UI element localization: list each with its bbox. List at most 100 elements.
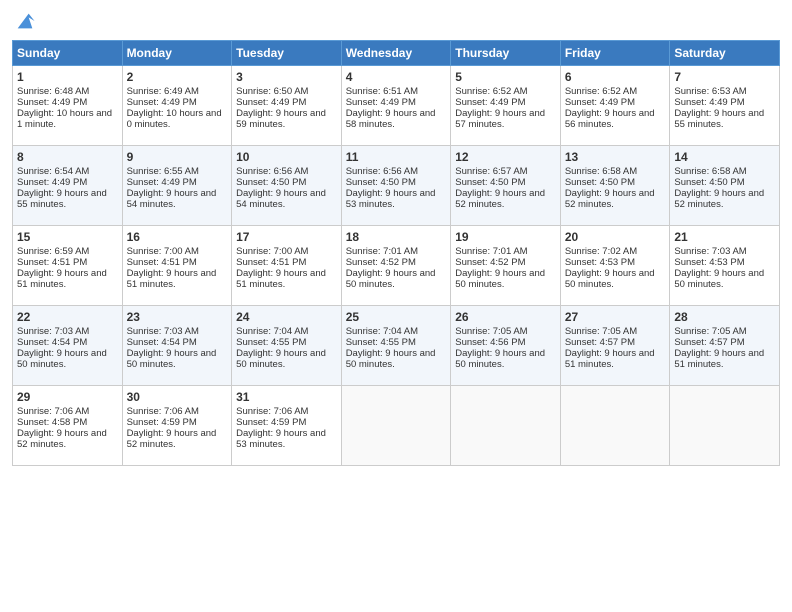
sunset: Sunset: 4:49 PM bbox=[565, 97, 635, 108]
day-number: 19 bbox=[455, 230, 556, 244]
day-number: 21 bbox=[674, 230, 775, 244]
daylight: Daylight: 9 hours and 50 minutes. bbox=[236, 348, 326, 370]
sunrise: Sunrise: 6:51 AM bbox=[346, 86, 418, 97]
day-number: 3 bbox=[236, 70, 337, 84]
day-header-friday: Friday bbox=[560, 41, 670, 66]
sunrise: Sunrise: 6:52 AM bbox=[455, 86, 527, 97]
sunset: Sunset: 4:50 PM bbox=[674, 177, 744, 188]
day-number: 30 bbox=[127, 390, 228, 404]
day-number: 22 bbox=[17, 310, 118, 324]
daylight: Daylight: 9 hours and 50 minutes. bbox=[674, 268, 764, 290]
calendar-cell: 22Sunrise: 7:03 AMSunset: 4:54 PMDayligh… bbox=[13, 306, 123, 386]
sunrise: Sunrise: 6:52 AM bbox=[565, 86, 637, 97]
day-number: 11 bbox=[346, 150, 447, 164]
sunrise: Sunrise: 7:00 AM bbox=[127, 246, 199, 257]
calendar-cell: 13Sunrise: 6:58 AMSunset: 4:50 PMDayligh… bbox=[560, 146, 670, 226]
daylight: Daylight: 9 hours and 52 minutes. bbox=[565, 188, 655, 210]
calendar-cell: 14Sunrise: 6:58 AMSunset: 4:50 PMDayligh… bbox=[670, 146, 780, 226]
sunrise: Sunrise: 7:03 AM bbox=[127, 326, 199, 337]
calendar-cell: 24Sunrise: 7:04 AMSunset: 4:55 PMDayligh… bbox=[232, 306, 342, 386]
calendar-cell: 11Sunrise: 6:56 AMSunset: 4:50 PMDayligh… bbox=[341, 146, 451, 226]
day-number: 13 bbox=[565, 150, 666, 164]
day-number: 8 bbox=[17, 150, 118, 164]
sunset: Sunset: 4:52 PM bbox=[455, 257, 525, 268]
daylight: Daylight: 10 hours and 1 minute. bbox=[17, 108, 112, 130]
calendar-cell: 19Sunrise: 7:01 AMSunset: 4:52 PMDayligh… bbox=[451, 226, 561, 306]
header bbox=[12, 10, 780, 32]
calendar-cell: 26Sunrise: 7:05 AMSunset: 4:56 PMDayligh… bbox=[451, 306, 561, 386]
daylight: Daylight: 9 hours and 50 minutes. bbox=[346, 268, 436, 290]
sunrise: Sunrise: 7:04 AM bbox=[236, 326, 308, 337]
day-number: 28 bbox=[674, 310, 775, 324]
calendar-cell: 27Sunrise: 7:05 AMSunset: 4:57 PMDayligh… bbox=[560, 306, 670, 386]
sunset: Sunset: 4:49 PM bbox=[127, 97, 197, 108]
calendar-cell: 8Sunrise: 6:54 AMSunset: 4:49 PMDaylight… bbox=[13, 146, 123, 226]
daylight: Daylight: 9 hours and 50 minutes. bbox=[127, 348, 217, 370]
sunset: Sunset: 4:54 PM bbox=[127, 337, 197, 348]
sunrise: Sunrise: 7:06 AM bbox=[236, 406, 308, 417]
calendar-cell: 12Sunrise: 6:57 AMSunset: 4:50 PMDayligh… bbox=[451, 146, 561, 226]
day-number: 29 bbox=[17, 390, 118, 404]
week-row-4: 22Sunrise: 7:03 AMSunset: 4:54 PMDayligh… bbox=[13, 306, 780, 386]
daylight: Daylight: 9 hours and 55 minutes. bbox=[674, 108, 764, 130]
daylight: Daylight: 9 hours and 50 minutes. bbox=[455, 348, 545, 370]
week-row-1: 1Sunrise: 6:48 AMSunset: 4:49 PMDaylight… bbox=[13, 66, 780, 146]
calendar-cell: 23Sunrise: 7:03 AMSunset: 4:54 PMDayligh… bbox=[122, 306, 232, 386]
calendar-cell: 25Sunrise: 7:04 AMSunset: 4:55 PMDayligh… bbox=[341, 306, 451, 386]
daylight: Daylight: 9 hours and 52 minutes. bbox=[17, 428, 107, 450]
sunrise: Sunrise: 6:56 AM bbox=[346, 166, 418, 177]
sunset: Sunset: 4:52 PM bbox=[346, 257, 416, 268]
day-number: 4 bbox=[346, 70, 447, 84]
calendar-cell: 29Sunrise: 7:06 AMSunset: 4:58 PMDayligh… bbox=[13, 386, 123, 466]
sunrise: Sunrise: 7:05 AM bbox=[455, 326, 527, 337]
sunset: Sunset: 4:49 PM bbox=[455, 97, 525, 108]
calendar-cell: 6Sunrise: 6:52 AMSunset: 4:49 PMDaylight… bbox=[560, 66, 670, 146]
calendar-cell: 4Sunrise: 6:51 AMSunset: 4:49 PMDaylight… bbox=[341, 66, 451, 146]
sunset: Sunset: 4:59 PM bbox=[236, 417, 306, 428]
calendar-cell bbox=[560, 386, 670, 466]
sunrise: Sunrise: 6:48 AM bbox=[17, 86, 89, 97]
calendar-cell: 9Sunrise: 6:55 AMSunset: 4:49 PMDaylight… bbox=[122, 146, 232, 226]
daylight: Daylight: 9 hours and 54 minutes. bbox=[236, 188, 326, 210]
day-number: 12 bbox=[455, 150, 556, 164]
sunrise: Sunrise: 6:55 AM bbox=[127, 166, 199, 177]
daylight: Daylight: 9 hours and 50 minutes. bbox=[565, 268, 655, 290]
day-number: 5 bbox=[455, 70, 556, 84]
daylight: Daylight: 9 hours and 50 minutes. bbox=[17, 348, 107, 370]
sunrise: Sunrise: 6:59 AM bbox=[17, 246, 89, 257]
calendar-cell: 1Sunrise: 6:48 AMSunset: 4:49 PMDaylight… bbox=[13, 66, 123, 146]
calendar-table: SundayMondayTuesdayWednesdayThursdayFrid… bbox=[12, 40, 780, 466]
sunset: Sunset: 4:51 PM bbox=[17, 257, 87, 268]
sunset: Sunset: 4:49 PM bbox=[346, 97, 416, 108]
day-number: 18 bbox=[346, 230, 447, 244]
day-number: 6 bbox=[565, 70, 666, 84]
day-number: 15 bbox=[17, 230, 118, 244]
calendar-cell: 20Sunrise: 7:02 AMSunset: 4:53 PMDayligh… bbox=[560, 226, 670, 306]
calendar-cell: 5Sunrise: 6:52 AMSunset: 4:49 PMDaylight… bbox=[451, 66, 561, 146]
calendar-cell: 30Sunrise: 7:06 AMSunset: 4:59 PMDayligh… bbox=[122, 386, 232, 466]
sunrise: Sunrise: 6:54 AM bbox=[17, 166, 89, 177]
day-number: 20 bbox=[565, 230, 666, 244]
sunrise: Sunrise: 6:53 AM bbox=[674, 86, 746, 97]
daylight: Daylight: 9 hours and 51 minutes. bbox=[17, 268, 107, 290]
day-number: 14 bbox=[674, 150, 775, 164]
daylight: Daylight: 9 hours and 54 minutes. bbox=[127, 188, 217, 210]
sunrise: Sunrise: 7:01 AM bbox=[346, 246, 418, 257]
sunrise: Sunrise: 7:00 AM bbox=[236, 246, 308, 257]
sunrise: Sunrise: 6:49 AM bbox=[127, 86, 199, 97]
sunset: Sunset: 4:49 PM bbox=[127, 177, 197, 188]
sunrise: Sunrise: 7:03 AM bbox=[674, 246, 746, 257]
sunrise: Sunrise: 7:03 AM bbox=[17, 326, 89, 337]
week-row-3: 15Sunrise: 6:59 AMSunset: 4:51 PMDayligh… bbox=[13, 226, 780, 306]
day-number: 26 bbox=[455, 310, 556, 324]
sunrise: Sunrise: 6:58 AM bbox=[674, 166, 746, 177]
sunrise: Sunrise: 7:05 AM bbox=[565, 326, 637, 337]
calendar-cell: 31Sunrise: 7:06 AMSunset: 4:59 PMDayligh… bbox=[232, 386, 342, 466]
sunset: Sunset: 4:58 PM bbox=[17, 417, 87, 428]
daylight: Daylight: 9 hours and 51 minutes. bbox=[674, 348, 764, 370]
main-container: SundayMondayTuesdayWednesdayThursdayFrid… bbox=[0, 0, 792, 476]
sunset: Sunset: 4:51 PM bbox=[127, 257, 197, 268]
calendar-cell bbox=[341, 386, 451, 466]
sunset: Sunset: 4:59 PM bbox=[127, 417, 197, 428]
week-row-5: 29 Sunrise: 7:06 AM Sunset: 4:58 PMDayligh… bbox=[13, 386, 780, 466]
